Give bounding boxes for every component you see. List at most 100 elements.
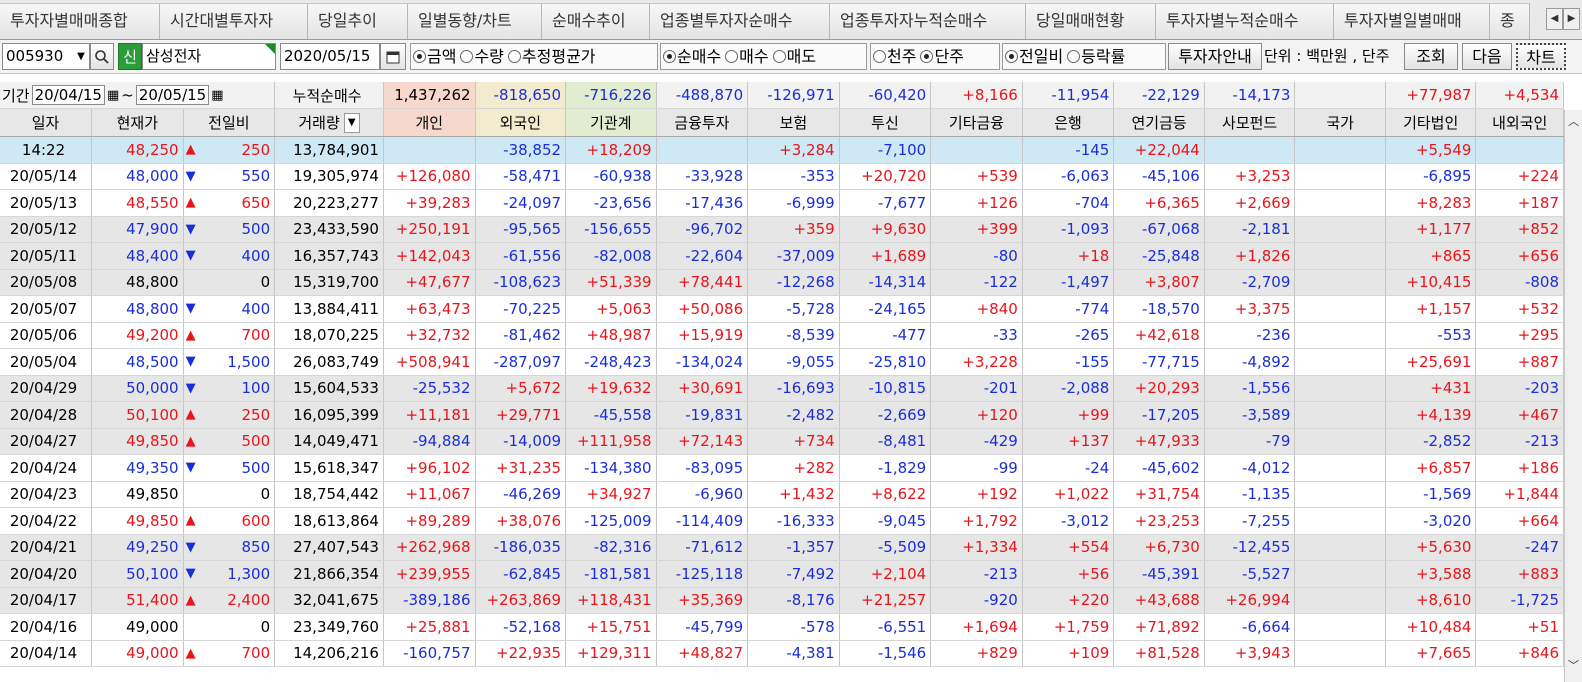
investor-value-cell	[1294, 401, 1386, 429]
column-header[interactable]: 은행	[1022, 108, 1115, 137]
column-header[interactable]: 연기금등	[1113, 108, 1205, 137]
column-header[interactable]: 내외국인	[1475, 108, 1564, 137]
radio-icon[interactable]	[460, 50, 474, 63]
radio-icon[interactable]	[873, 50, 886, 63]
column-header[interactable]: 외국인	[475, 108, 567, 137]
table-row[interactable]: 20/05/08 48,800 0 15,319,700 +47,677 -108,623…	[0, 269, 1564, 296]
radio-icon[interactable]	[507, 50, 521, 63]
column-header[interactable]: 전일비	[183, 108, 276, 137]
table-row[interactable]: 20/05/04 48,500 ▼ 1,500 26,083,749 +508,941 -2…	[0, 348, 1564, 376]
table-row[interactable]: 20/04/24 49,350 ▼ 500 15,618,347 +96,102 +31,2…	[0, 454, 1564, 482]
table-row[interactable]: 20/04/20 50,100 ▼ 1,300 21,866,354 +239,955 -6…	[0, 560, 1564, 588]
column-header[interactable]: 거래량 ▼	[274, 108, 384, 137]
scroll-up-icon[interactable]: ︿	[1565, 112, 1582, 132]
radio-icon[interactable]	[1005, 50, 1018, 63]
investor-value-cell: +239,955	[383, 560, 476, 588]
column-header[interactable]: 기관계	[565, 108, 657, 137]
search-button[interactable]: 조회	[1404, 43, 1458, 70]
unit-option-1[interactable]: 천주	[873, 44, 916, 69]
tab-1[interactable]: 투자자별매매종합	[0, 3, 160, 39]
table-row[interactable]: 20/05/14 48,000 ▼ 550 19,305,974 +126,080 -58,…	[0, 163, 1564, 190]
date-field[interactable]: 2020/05/15	[280, 43, 380, 70]
column-header[interactable]: 개인	[383, 108, 476, 137]
tab-scroll-left-icon[interactable]: ◀	[1546, 8, 1563, 30]
period-to-field[interactable]: 20/05/15	[135, 85, 210, 105]
radio-icon[interactable]	[772, 50, 786, 63]
trade-option-1[interactable]: 순매수	[663, 44, 721, 69]
calendar-icon[interactable]: ▦	[107, 88, 119, 103]
compare-option-2[interactable]: 등락률	[1067, 44, 1125, 69]
tab-3[interactable]: 당일추이	[308, 3, 408, 39]
column-header[interactable]: 사모펀드	[1204, 108, 1296, 137]
table-row[interactable]: 20/05/13 48,550 ▲ 650 20,223,277 +39,283 -24,0…	[0, 189, 1564, 217]
tab-2[interactable]: 시간대별투자자	[160, 3, 308, 39]
trade-option-3[interactable]: 매도	[772, 44, 816, 69]
unit-option-2[interactable]: 단주	[920, 44, 964, 69]
trade-option-2[interactable]: 매수	[725, 44, 769, 69]
chevron-down-icon[interactable]: ▼	[343, 113, 360, 134]
tab-6[interactable]: 업종별투자자순매수	[650, 3, 830, 39]
investor-value-cell: -19,831	[656, 401, 749, 429]
table-row[interactable]: 20/04/14 49,000 ▲ 700 14,206,216 -160,757 +22,…	[0, 640, 1564, 667]
table-row[interactable]: 20/04/27 49,850 ▲ 500 14,049,471 -94,884 -14,0…	[0, 428, 1564, 455]
stock-name-field[interactable]: 삼성전자	[142, 43, 276, 70]
next-button[interactable]: 다음	[1462, 43, 1512, 70]
table-row[interactable]: 20/04/21 49,250 ▼ 850 27,407,543 +262,968 -186…	[0, 534, 1564, 561]
amount-option-3[interactable]: 추정평균가	[507, 44, 596, 69]
column-header[interactable]: 기타법인	[1385, 108, 1477, 137]
table-row[interactable]: 14:22 48,250 ▲ 250 13,784,901 -38,852 +18,209 +…	[0, 136, 1564, 164]
change-value: 850	[241, 538, 271, 557]
table-row[interactable]: 20/05/07 48,800 ▼ 400 13,884,411 +63,473 -70,2…	[0, 295, 1564, 323]
radio-icon[interactable]	[663, 50, 676, 63]
table-row[interactable]: 20/04/28 50,100 ▲ 250 16,095,399 +11,181 +29,7…	[0, 401, 1564, 429]
tab-7[interactable]: 업종투자자누적순매수	[830, 3, 1026, 39]
investor-guide-button[interactable]: 투자자안내	[1168, 43, 1262, 70]
table-row[interactable]: 20/04/29 50,000 ▼ 100 15,604,533 -25,532 +5,67…	[0, 375, 1564, 402]
column-header[interactable]: 국가	[1294, 108, 1386, 137]
unit-option-label: 단주	[934, 47, 964, 66]
table-row[interactable]: 20/04/23 49,850 0 18,754,442 +11,067 -46,269 +…	[0, 481, 1564, 508]
tab-scroll-right-icon[interactable]: ▶	[1563, 8, 1580, 30]
search-icon[interactable]	[90, 43, 114, 70]
table-row[interactable]: 20/05/06 49,200 ▲ 700 18,070,225 +32,732 -81,4…	[0, 322, 1564, 349]
price-value: 48,800	[126, 273, 179, 292]
column-header[interactable]: 일자	[0, 108, 93, 137]
chevron-down-icon[interactable]: ▼	[74, 44, 88, 69]
calendar-icon[interactable]: ▦	[211, 88, 223, 103]
stock-code-input[interactable]: 005930 ▼	[2, 43, 90, 70]
amount-option-2[interactable]: 수량	[460, 44, 504, 69]
investor-value-cell: +467	[1475, 401, 1564, 429]
radio-icon[interactable]	[1067, 50, 1081, 63]
column-header[interactable]: 기타금융	[930, 108, 1023, 137]
tab-10[interactable]: 투자자별일별매매	[1334, 3, 1490, 39]
investor-value-cell: -125,009	[565, 507, 657, 535]
column-header[interactable]: 보험	[747, 108, 840, 137]
cumulative-value	[1294, 82, 1386, 109]
tab-11[interactable]: 종	[1490, 3, 1530, 39]
table-row[interactable]: 20/04/22 49,850 ▲ 600 18,613,864 +89,289 +38,0…	[0, 507, 1564, 535]
investor-value-cell: +883	[1475, 560, 1564, 588]
tab-8[interactable]: 당일매매현황	[1026, 3, 1156, 39]
radio-icon[interactable]	[725, 50, 739, 63]
radio-icon[interactable]	[413, 50, 426, 63]
table-row[interactable]: 20/04/17 51,400 ▲ 2,400 32,041,675 -389,186 +2…	[0, 587, 1564, 614]
chart-button[interactable]: 차트	[1516, 43, 1566, 70]
tab-4[interactable]: 일별동향/차트	[408, 3, 542, 39]
table-row[interactable]: 20/05/12 47,900 ▼ 500 23,433,590 +250,191 -95,…	[0, 216, 1564, 243]
table-row[interactable]: 20/04/16 49,000 0 23,349,760 +25,881 -52,168 +…	[0, 613, 1564, 641]
calendar-icon[interactable]	[380, 43, 406, 70]
scroll-down-icon[interactable]: ﹀	[1565, 656, 1582, 676]
table-row[interactable]: 20/05/11 48,400 ▼ 400 16,357,743 +142,043 -61,…	[0, 242, 1564, 270]
price-value: 47,900	[126, 220, 179, 239]
amount-option-1[interactable]: 금액	[413, 44, 456, 69]
stock-code-value: 005930	[6, 47, 64, 65]
column-header[interactable]: 금융투자	[656, 108, 749, 137]
radio-icon[interactable]	[920, 50, 934, 63]
column-header[interactable]: 현재가	[91, 108, 184, 137]
tab-9[interactable]: 투자자별누적순매수	[1156, 3, 1334, 39]
tab-5[interactable]: 순매수추이	[542, 3, 650, 39]
column-header[interactable]: 투신	[839, 108, 932, 137]
compare-option-1[interactable]: 전일비	[1005, 44, 1063, 69]
vertical-scrollbar[interactable]: ︿ ﹀	[1564, 110, 1582, 682]
period-from-field[interactable]: 20/04/15	[31, 85, 105, 105]
